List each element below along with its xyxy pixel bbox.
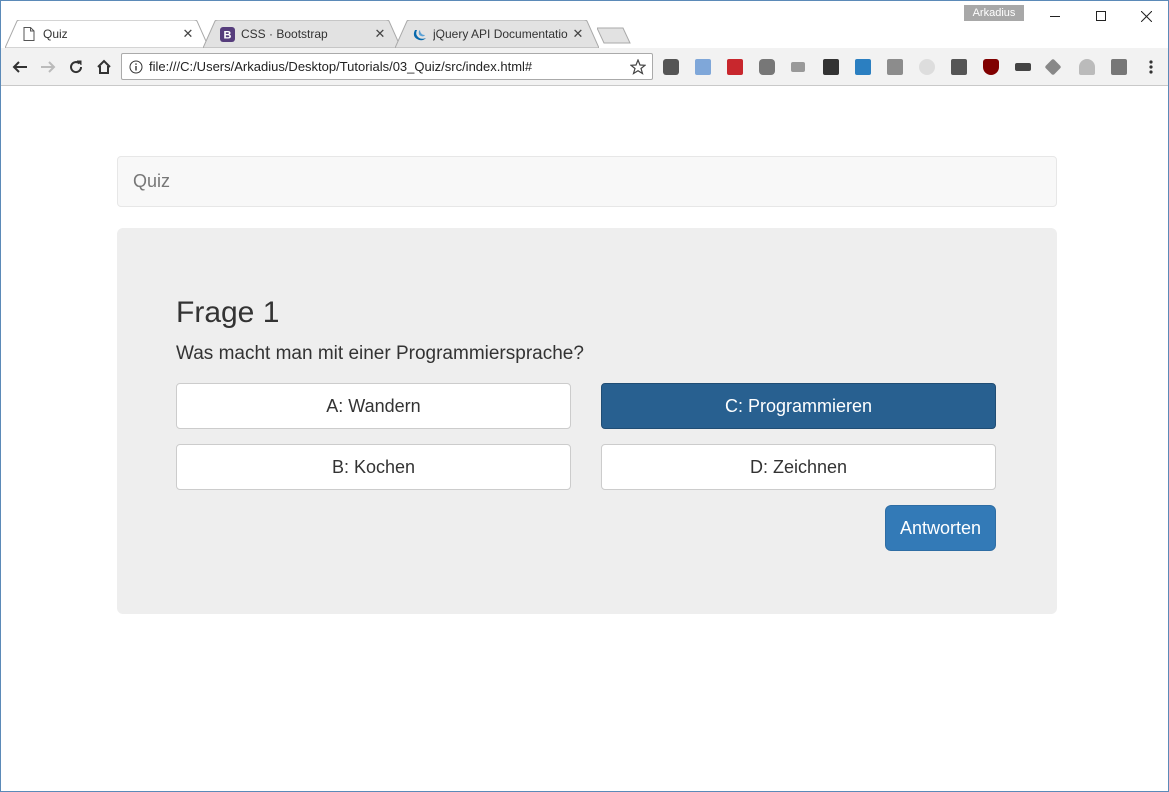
box-extension-icon[interactable] bbox=[1111, 59, 1127, 75]
svg-text:B: B bbox=[223, 29, 231, 41]
tab-title: Quiz bbox=[43, 27, 68, 41]
back-icon[interactable] bbox=[9, 56, 31, 78]
qr-extension-icon[interactable] bbox=[887, 59, 903, 75]
speech-extension-icon[interactable] bbox=[919, 59, 935, 75]
page-icon bbox=[21, 26, 37, 42]
profile-badge[interactable]: Arkadius bbox=[964, 5, 1024, 21]
ublock-extension-icon[interactable] bbox=[983, 59, 999, 75]
lastpass-extension-icon[interactable] bbox=[727, 59, 743, 75]
info-icon[interactable] bbox=[129, 60, 143, 74]
maximize-icon[interactable] bbox=[1078, 5, 1124, 27]
answer-d-button[interactable]: D: Zeichnen bbox=[601, 444, 996, 490]
forward-icon[interactable] bbox=[37, 56, 59, 78]
tab-title: jQuery API Documentatio bbox=[433, 27, 568, 41]
menu-icon[interactable] bbox=[1140, 56, 1162, 78]
close-window-icon[interactable] bbox=[1123, 5, 1168, 27]
signal-extension-icon[interactable] bbox=[791, 62, 805, 72]
navbar-brand[interactable]: Quiz bbox=[133, 157, 170, 206]
calendar-extension-icon[interactable] bbox=[695, 59, 711, 75]
browser-window: Quiz ✕ B CSS · Bootstrap ✕ jQuery API Do… bbox=[0, 0, 1169, 792]
tab-title: CSS · Bootstrap bbox=[241, 27, 328, 41]
new-tab-button[interactable] bbox=[596, 27, 631, 44]
cube-extension-icon[interactable] bbox=[1044, 58, 1062, 76]
question-title: Frage 1 bbox=[176, 296, 280, 329]
answer-a-button[interactable]: A: Wandern bbox=[176, 383, 571, 429]
cloud-extension-icon[interactable] bbox=[1079, 59, 1095, 75]
browser-toolbar: file:///C:/Users/Arkadius/Desktop/Tutori… bbox=[1, 48, 1168, 86]
tab-close-icon[interactable]: ✕ bbox=[181, 27, 195, 41]
tab-strip: Quiz ✕ B CSS · Bootstrap ✕ jQuery API Do… bbox=[1, 1, 1168, 48]
navbar: Quiz bbox=[117, 156, 1057, 207]
quiz-panel: Frage 1 Was macht man mit einer Programm… bbox=[117, 228, 1057, 614]
camera-extension-icon[interactable] bbox=[759, 59, 775, 75]
answer-c-button[interactable]: C: Programmieren bbox=[601, 383, 996, 429]
evernote-extension-icon[interactable] bbox=[823, 59, 839, 75]
tab-close-icon[interactable]: ✕ bbox=[373, 27, 387, 41]
tab-close-icon[interactable]: ✕ bbox=[571, 27, 585, 41]
question-text: Was macht man mit einer Programmiersprac… bbox=[176, 343, 584, 364]
answer-b-button[interactable]: B: Kochen bbox=[176, 444, 571, 490]
home-icon[interactable] bbox=[93, 56, 115, 78]
tab-quiz[interactable]: Quiz ✕ bbox=[5, 20, 209, 48]
url-text: file:///C:/Users/Arkadius/Desktop/Tutori… bbox=[149, 59, 533, 74]
bookmark-star-icon[interactable] bbox=[629, 58, 647, 76]
jquery-icon bbox=[411, 26, 427, 42]
address-bar[interactable]: file:///C:/Users/Arkadius/Desktop/Tutori… bbox=[121, 53, 653, 80]
minimize-icon[interactable] bbox=[1032, 5, 1078, 27]
globe-extension-icon[interactable] bbox=[855, 59, 871, 75]
pocket-extension-icon[interactable] bbox=[663, 59, 679, 75]
jetbrains-extension-icon[interactable] bbox=[951, 59, 967, 75]
web-page: Quiz Frage 1 Was macht man mit einer Pro… bbox=[2, 87, 1168, 791]
bootstrap-icon: B bbox=[219, 26, 235, 42]
dj-extension-icon[interactable] bbox=[1015, 63, 1031, 71]
reload-icon[interactable] bbox=[65, 56, 87, 78]
submit-answer-button[interactable]: Antworten bbox=[885, 505, 996, 551]
tab-bootstrap[interactable]: B CSS · Bootstrap ✕ bbox=[203, 20, 401, 48]
tab-jquery[interactable]: jQuery API Documentatio ✕ bbox=[395, 20, 599, 48]
